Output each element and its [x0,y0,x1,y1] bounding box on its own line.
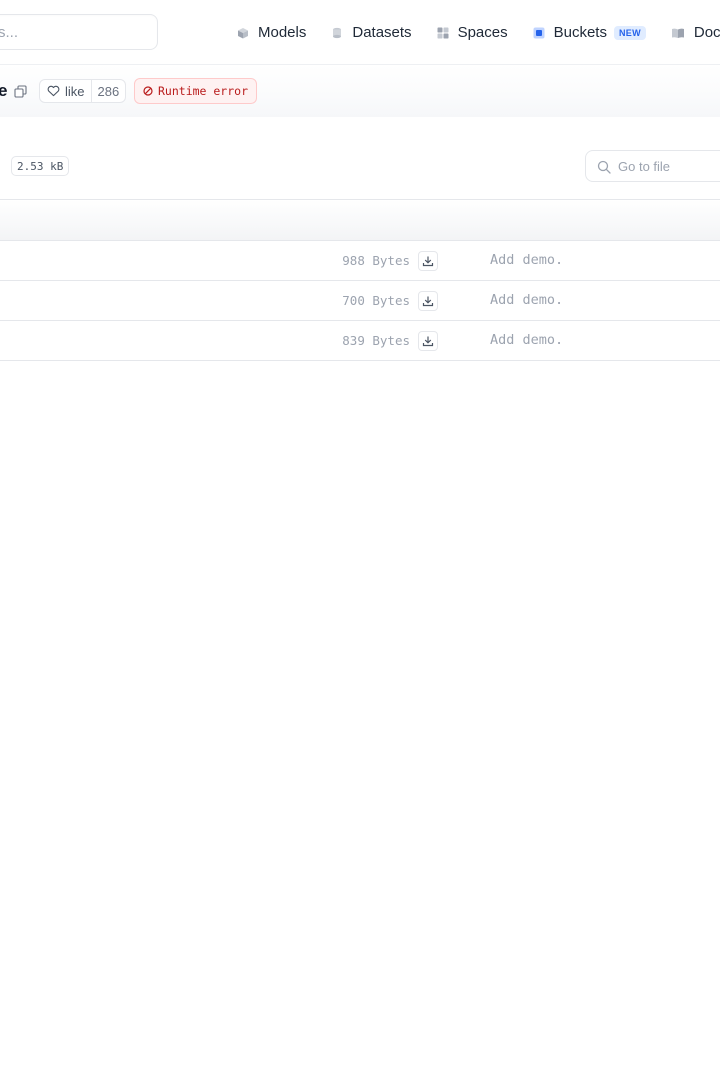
error-icon [143,86,153,96]
search-input[interactable]: rs... [0,14,158,50]
file-size: 700 Bytes [342,293,410,308]
status-badge[interactable]: Runtime error [134,78,258,104]
nav-item-models[interactable]: Models [237,24,306,41]
go-to-file-input[interactable]: Go to file [585,150,720,182]
go-to-file-placeholder: Go to file [618,159,671,174]
like-label: like [65,83,85,99]
like-button[interactable]: like 286 [39,79,127,103]
nav-item-label: Buckets [553,24,607,41]
commit-message[interactable]: Add demo. [490,292,563,308]
file-size: 988 Bytes [342,253,410,268]
main-nav: Models Datasets Spaces Buckets NEW Doc [237,0,720,65]
commit-message[interactable]: Add demo. [490,252,563,268]
top-navigation: rs... Models Datasets [0,0,720,65]
file-list: 988 Bytes Add demo. 700 Bytes Add demo. [0,241,720,361]
repo-name[interactable]: e [0,81,7,101]
nav-item-label: Spaces [457,24,508,41]
download-icon [422,336,434,347]
commit-message[interactable]: Add demo. [490,332,563,348]
file-size: 839 Bytes [342,333,410,348]
datasets-icon [333,27,342,38]
repo-size-badge: 2.53 kB [11,156,70,176]
file-row[interactable]: 839 Bytes Add demo. [0,321,720,361]
download-icon [422,296,434,307]
download-button[interactable] [418,251,438,271]
nav-item-label: Docs [693,24,720,41]
heart-icon [47,85,60,97]
page: rs... Models Datasets [0,0,720,1080]
buckets-icon [533,27,545,38]
models-icon [238,27,248,38]
docs-icon [671,28,684,38]
download-button[interactable] [418,331,438,351]
nav-item-buckets[interactable]: Buckets NEW [533,24,646,41]
download-button[interactable] [418,291,438,311]
new-badge: NEW [613,25,646,40]
like-count[interactable]: 286 [90,80,126,102]
search-icon [597,160,611,174]
file-row[interactable]: 700 Bytes Add demo. [0,281,720,321]
like-label-wrap: like [40,80,91,102]
copy-icon[interactable] [14,85,27,98]
nav-item-docs[interactable]: Docs [671,24,720,41]
search-placeholder: rs... [0,24,18,41]
repo-header: e like 286 Runtime error [0,65,720,117]
nav-item-spaces[interactable]: Spaces [437,24,508,41]
nav-item-label: Datasets [352,24,412,41]
spaces-icon [437,27,449,38]
nav-item-label: Models [258,24,307,41]
nav-item-datasets[interactable]: Datasets [331,24,412,41]
file-row[interactable]: 988 Bytes Add demo. [0,241,720,281]
file-table-header [0,199,720,241]
status-text: Runtime error [158,84,249,98]
download-icon [422,256,434,267]
